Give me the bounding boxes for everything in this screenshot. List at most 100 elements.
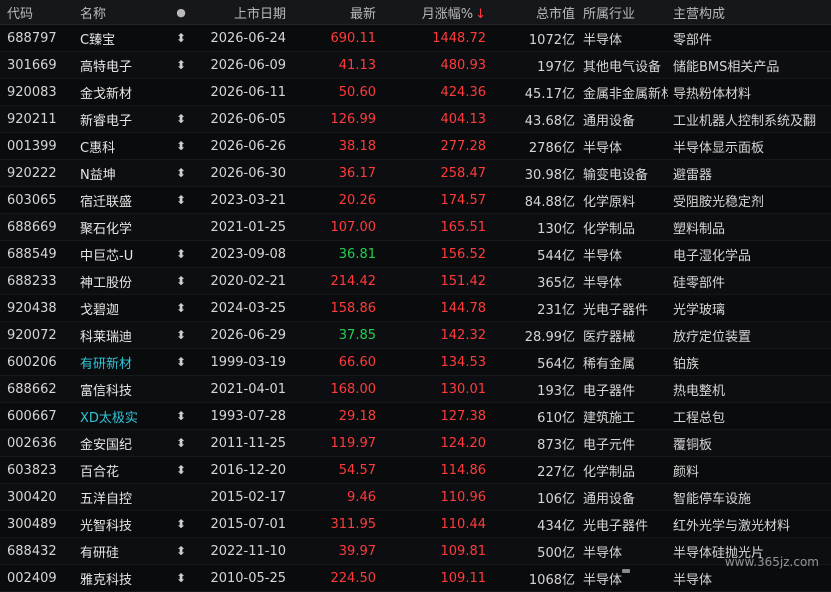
column-header-business[interactable]: 主营构成	[668, 3, 831, 22]
table-row[interactable]: 600667 XD太极实 ⬍ 1993-07-28 29.18 127.38 610亿 建筑施…	[0, 403, 831, 430]
latest-price: 38.18	[338, 138, 376, 154]
listing-date: 2023-03-21	[210, 192, 286, 208]
listing-date: 2026-06-11	[210, 84, 286, 100]
margin-flag-icon: ⬍	[175, 409, 187, 423]
stock-name: 富信科技	[80, 383, 133, 399]
latest-price: 36.81	[338, 246, 376, 262]
table-row[interactable]: 688549 中巨芯-U ⬍ 2023-09-08 36.81 156.52 544亿 半导体…	[0, 241, 831, 268]
margin-flag-icon: ⬍	[175, 247, 187, 261]
latest-price: 50.60	[338, 84, 376, 100]
main-business: 半导体	[673, 572, 713, 588]
stock-name: 有研硅	[80, 545, 120, 561]
market-cap: 610亿	[537, 410, 575, 426]
market-cap: 45.17亿	[524, 86, 575, 102]
market-cap: 30.98亿	[524, 167, 575, 183]
stock-code: 300489	[7, 516, 57, 532]
latest-price: 311.95	[330, 516, 377, 532]
industry: 半导体	[583, 545, 623, 561]
margin-flag-icon: ⬍	[175, 571, 187, 585]
market-cap: 2786亿	[528, 140, 575, 156]
latest-price: 36.17	[338, 165, 376, 181]
table-row[interactable]: 688797 C臻宝 ⬍ 2026-06-24 690.11 1448.72 1072亿 半导…	[0, 25, 831, 52]
latest-price: 66.60	[338, 354, 376, 370]
table-row[interactable]: 688662 富信科技 2021-04-01 168.00 130.01 193亿 电子器件…	[0, 376, 831, 403]
table-row[interactable]: 603065 宿迁联盛 ⬍ 2023-03-21 20.26 174.57 84.88亿 化学…	[0, 187, 831, 214]
stock-code: 920222	[7, 165, 57, 181]
margin-flag-icon: ⬍	[175, 112, 187, 126]
monthly-change: 1448.72	[432, 30, 486, 46]
table-row[interactable]: 920438 戈碧迦 ⬍ 2024-03-25 158.86 144.78 231亿 光电子器…	[0, 295, 831, 322]
margin-flag-icon: ⬍	[175, 328, 187, 342]
column-header-name[interactable]: 名称	[76, 3, 162, 22]
stock-code: 603823	[7, 462, 57, 478]
table-row[interactable]: 920222 N益坤 ⬍ 2026-06-30 36.17 258.47 30.98亿 输变电…	[0, 160, 831, 187]
main-business: 导热粉体材料	[673, 86, 752, 102]
latest-price: 119.97	[330, 435, 377, 451]
table-row[interactable]: 688233 神工股份 ⬍ 2020-02-21 214.42 151.42 365亿 半导体…	[0, 268, 831, 295]
market-cap: 1068亿	[528, 572, 575, 588]
industry: 其他电气设备	[583, 59, 662, 75]
market-cap: 873亿	[537, 437, 575, 453]
stock-code: 920211	[7, 111, 57, 127]
listing-date: 2021-04-01	[210, 381, 286, 397]
table-row[interactable]: 300489 光智科技 ⬍ 2015-07-01 311.95 110.44 434亿 光电子…	[0, 511, 831, 538]
listing-date: 2015-02-17	[210, 489, 286, 505]
listing-date: 2023-09-08	[210, 246, 286, 262]
industry: 通用设备	[583, 491, 636, 507]
stock-code: 920072	[7, 327, 57, 343]
table-row[interactable]: 301669 高特电子 ⬍ 2026-06-09 41.13 480.93 197亿 其他电气…	[0, 52, 831, 79]
table-row[interactable]: 920072 科莱瑞迪 ⬍ 2026-06-29 37.85 142.32 28.99亿 医疗…	[0, 322, 831, 349]
stock-name: N益坤	[80, 167, 116, 183]
main-business: 受阻胺光稳定剂	[673, 194, 765, 210]
market-cap: 434亿	[537, 518, 575, 534]
stock-name: 戈碧迦	[80, 302, 120, 318]
main-business: 半导体显示面板	[673, 140, 765, 156]
table-row[interactable]: 600206 有研新材 ⬍ 1999-03-19 66.60 134.53 564亿 稀有金属…	[0, 349, 831, 376]
column-header-market-cap[interactable]: 总市值	[490, 3, 578, 22]
industry: 通用设备	[583, 113, 636, 129]
main-business: 电子湿化学品	[673, 248, 752, 264]
table-row[interactable]: 002636 金安国纪 ⬍ 2011-11-25 119.97 124.20 873亿 电子元…	[0, 430, 831, 457]
column-header-code[interactable]: 代码	[0, 3, 76, 22]
table-row[interactable]: 688669 聚石化学 2021-01-25 107.00 165.51 130亿 化学制品…	[0, 214, 831, 241]
monthly-change: 151.42	[440, 273, 487, 289]
industry: 电子元件	[583, 437, 636, 453]
table-row[interactable]: 001399 C惠科 ⬍ 2026-06-26 38.18 277.28 2786亿 半导体 半…	[0, 133, 831, 160]
industry: 稀有金属	[583, 356, 636, 372]
latest-price: 690.11	[330, 30, 377, 46]
table-row[interactable]: 920211 新睿电子 ⬍ 2026-06-05 126.99 404.13 43.68亿通…	[0, 106, 831, 133]
table-row[interactable]: 002409 雅克科技 ⬍ 2010-05-25 224.50 109.11 1068亿 半导…	[0, 565, 831, 592]
monthly-change: 165.51	[440, 219, 487, 235]
margin-flag-icon: ⬍	[175, 166, 187, 180]
market-cap: 1072亿	[528, 32, 575, 48]
stock-name: 金安国纪	[80, 437, 133, 453]
column-header-monthly-change[interactable]: 月涨幅% ↓	[378, 3, 490, 22]
column-header-listing-date[interactable]: 上市日期	[200, 3, 290, 22]
table-row[interactable]: 603823 百合花 ⬍ 2016-12-20 54.57 114.86 227亿 化学制品 颜…	[0, 457, 831, 484]
table-row[interactable]: 920083 金戈新材 2026-06-11 50.60 424.36 45.17亿 金属非…	[0, 79, 831, 106]
table-row[interactable]: 688432 有研硅 ⬍ 2022-11-10 39.97 109.81 500亿 半导体 半导…	[0, 538, 831, 565]
monthly-change: 174.57	[440, 192, 487, 208]
stock-name: 五洋自控	[80, 491, 133, 507]
column-header-industry[interactable]: 所属行业	[578, 3, 668, 22]
industry: 建筑施工	[583, 410, 636, 426]
latest-price: 126.99	[330, 111, 377, 127]
industry: 光电子器件	[583, 518, 649, 534]
table-row[interactable]: 300420 五洋自控 2015-02-17 9.46 110.96 106亿 通用设备 智能…	[0, 484, 831, 511]
margin-flag-icon: ⬍	[175, 301, 187, 315]
column-header-price[interactable]: 最新	[290, 3, 378, 22]
stock-code: 920083	[7, 84, 57, 100]
column-header-flag-dot-icon[interactable]: ●	[162, 6, 200, 19]
main-business: 热电整机	[673, 383, 726, 399]
latest-price: 158.86	[330, 300, 377, 316]
table-header: 代码 名称 ● 上市日期 最新 月涨幅% ↓ 总市值 所属行业 主营构成	[0, 0, 831, 25]
listing-date-label: 上市日期	[233, 6, 286, 22]
margin-flag-icon: ⬍	[175, 274, 187, 288]
stock-code: 301669	[7, 57, 57, 73]
stock-name: 金戈新材	[80, 86, 133, 102]
margin-flag-icon: ⬍	[175, 517, 187, 531]
stock-name: XD太极实	[80, 410, 138, 426]
main-business: 智能停车设施	[673, 491, 752, 507]
horizontal-scrollbar-thumb[interactable]	[622, 569, 630, 573]
stock-name: 百合花	[80, 464, 120, 480]
